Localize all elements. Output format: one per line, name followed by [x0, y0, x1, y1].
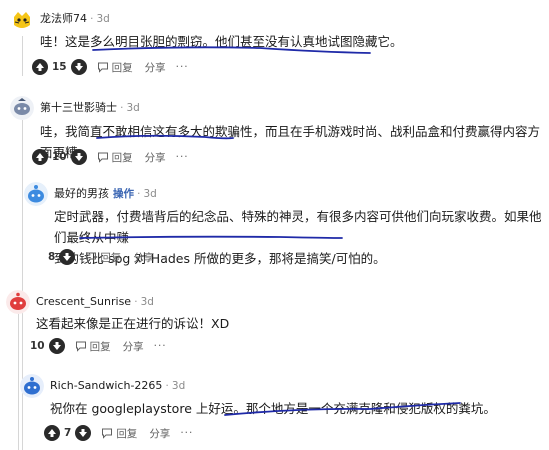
reply-button[interactable]: 回复: [75, 339, 111, 354]
vote-arrow-icon: [48, 429, 56, 437]
separator-dot: ·: [165, 379, 169, 392]
comment-body: 这看起来像是正在进行的诉讼！XD: [36, 313, 229, 334]
share-button[interactable]: 分享: [145, 60, 166, 75]
comment-actions: 8 回复 分享 ···: [48, 248, 177, 266]
comment-line: 哇！这是多么明目张胆的剽窃。他们甚至没有认真地试图隐藏它。: [40, 34, 403, 49]
upvote-button[interactable]: [44, 425, 60, 441]
share-button[interactable]: 分享: [149, 426, 170, 441]
more-options-button[interactable]: ···: [164, 251, 177, 263]
reply-button[interactable]: 回复: [85, 250, 121, 265]
snoo-avatar-icon: [10, 96, 34, 120]
snoo-avatar-icon: [20, 374, 44, 398]
share-button[interactable]: 分享: [133, 250, 154, 265]
reply-button[interactable]: 回复: [101, 426, 137, 441]
comment-header: 龙法师74 · 3d: [40, 12, 110, 26]
snoo-avatar-icon: [6, 290, 30, 314]
comment-line: 这看起来像是正在进行的诉讼！XD: [36, 316, 230, 331]
comment-actions: 10 回复 分享 ···: [32, 148, 189, 166]
speech-bubble-icon: [102, 428, 113, 439]
comment-header: Rich-Sandwich-2265 · 3d: [50, 379, 185, 393]
separator-dot: ·: [90, 12, 94, 25]
avatar[interactable]: [24, 182, 48, 206]
downvote-button[interactable]: [75, 425, 92, 441]
comment-actions: 15 回复 分享 ···: [32, 58, 189, 76]
comment-line: 祝你在 googleplaystore 上好运。那个地方是一个充满克隆和侵犯版权…: [50, 401, 496, 416]
comment-line: 定时武器，付费墙背后的纪念品、特殊的神灵，有很多内容可供他们向玩家收费。如果他们…: [54, 209, 542, 245]
timestamp: 3d: [143, 188, 157, 200]
reply-label: 回复: [111, 61, 133, 74]
reply-label: 回复: [116, 427, 138, 440]
reply-label: 回复: [100, 251, 122, 264]
comment-header: Crescent_Sunrise · 3d: [36, 295, 154, 309]
comment-header: 最好的男孩 操作 · 3d: [54, 187, 157, 201]
reply-label: 回复: [111, 151, 133, 164]
reply-button[interactable]: 回复: [97, 60, 133, 75]
comment-body: 哇！这是多么明目张胆的剽窃。他们甚至没有认真地试图隐藏它。: [40, 31, 403, 52]
vote-arrow-down-icon: [52, 342, 61, 350]
vote-count: 8: [48, 251, 56, 263]
avatar[interactable]: [10, 8, 34, 32]
comment: 最好的男孩 操作 · 3d 定时武器，付费墙背后的纪念品、特殊的神灵，有很多内容可供他…: [0, 174, 549, 274]
vote-count: 7: [64, 427, 72, 439]
username[interactable]: 最好的男孩: [54, 187, 109, 200]
reply-button[interactable]: 回复: [97, 150, 133, 165]
timestamp: 3d: [140, 296, 154, 308]
separator-dot: ·: [134, 295, 138, 308]
more-options-button[interactable]: ···: [176, 151, 189, 163]
upvote-button[interactable]: [32, 149, 48, 165]
speech-bubble-icon: [75, 341, 86, 352]
avatar[interactable]: [10, 96, 34, 120]
comment-header: 第十三世影骑士 · 3d: [40, 101, 140, 115]
reply-label: 回复: [89, 340, 111, 353]
separator-dot: ·: [137, 187, 141, 200]
vote-count: 10: [30, 340, 45, 352]
username[interactable]: Rich-Sandwich-2265: [50, 379, 162, 392]
comment-body: 祝你在 googleplaystore 上好运。那个地方是一个充满克隆和侵犯版权…: [50, 398, 496, 419]
speech-bubble-icon: [86, 252, 97, 263]
avatar[interactable]: [20, 374, 44, 398]
username[interactable]: 龙法师74: [40, 12, 87, 25]
vote-arrow-icon: [36, 63, 44, 71]
vote-arrow-icon: [36, 153, 44, 161]
timestamp: 3d: [171, 380, 186, 392]
downvote-button[interactable]: [48, 338, 65, 354]
vote-count: 10: [52, 151, 67, 163]
comment: Crescent_Sunrise · 3d 这看起来像是正在进行的诉讼！XD 10 …: [0, 282, 549, 364]
speech-bubble-icon: [97, 62, 108, 73]
username[interactable]: 第十三世影骑士: [40, 101, 117, 114]
more-options-button[interactable]: ···: [176, 61, 189, 73]
comment: 龙法师74 · 3d 哇！这是多么明目张胆的剽窃。他们甚至没有认真地试图隐藏它。 1…: [0, 0, 549, 82]
upvote-button[interactable]: [32, 59, 48, 75]
comment-actions: 10 回复 分享 ···: [30, 337, 167, 355]
comment: Rich-Sandwich-2265 · 3d 祝你在 googleplaystor…: [0, 364, 549, 450]
snoo-avatar-icon: [24, 182, 48, 206]
downvote-button[interactable]: [59, 249, 76, 265]
timestamp: 3d: [96, 13, 110, 25]
more-options-button[interactable]: ···: [154, 340, 167, 352]
vote-arrow-down-icon: [79, 429, 88, 437]
snoo-avatar-icon: [10, 8, 34, 32]
share-button[interactable]: 分享: [145, 150, 166, 165]
speech-bubble-icon: [97, 152, 108, 163]
avatar[interactable]: [6, 290, 30, 314]
separator-dot: ·: [120, 101, 124, 114]
vote-arrow-down-icon: [63, 253, 72, 261]
username[interactable]: Crescent_Sunrise: [36, 295, 131, 308]
more-options-button[interactable]: ···: [180, 427, 193, 439]
downvote-button[interactable]: [70, 149, 87, 165]
share-button[interactable]: 分享: [123, 339, 144, 354]
downvote-button[interactable]: [70, 59, 87, 75]
vote-arrow-down-icon: [74, 63, 83, 71]
comment-actions: 7 回复 分享 ···: [44, 424, 193, 442]
timestamp: 3d: [126, 102, 140, 114]
comment: 第十三世影骑士 · 3d 哇，我简直不敢相信这有多大的欺骗性，而且在手机游戏时尚、战…: [0, 82, 549, 174]
vote-arrow-down-icon: [74, 153, 83, 161]
op-label: 操作: [113, 188, 134, 200]
vote-count: 15: [52, 61, 67, 73]
